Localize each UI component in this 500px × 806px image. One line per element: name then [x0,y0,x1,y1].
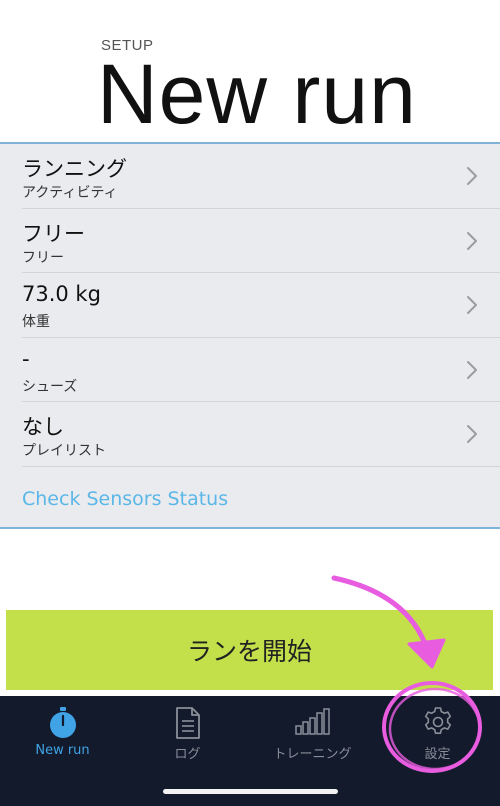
workout-type-row[interactable]: フリー フリー [22,209,500,273]
tab-label: 設定 [424,747,451,762]
tab-label: ログ [174,747,201,762]
page-header: SETUP New run [0,0,500,142]
page-title: New run [97,47,417,141]
workout-type-caption: フリー [22,249,64,266]
tab-label: New run [35,743,90,758]
home-indicator [163,789,338,794]
chevron-right-icon [466,166,478,186]
gear-icon [375,706,500,736]
playlist-row[interactable]: なし プレイリスト [22,402,500,467]
weight-value: 73.0 kg [22,282,101,306]
weight-caption: 体重 [22,314,50,330]
shoes-caption: シューズ [22,378,78,395]
run-settings-list: ランニング アクティビティ フリー フリー 73.0 kg 体重 - シューズ … [0,142,500,529]
start-run-button[interactable]: ランを開始 [6,610,493,690]
tab-new-run[interactable]: New run [0,696,125,776]
tab-log[interactable]: ログ [125,696,250,776]
shoes-value: - [22,346,30,371]
bar-chart-icon [250,706,375,736]
activity-value: ランニング [22,157,127,181]
chevron-right-icon [466,424,478,444]
playlist-caption: プレイリスト [22,443,106,459]
tab-training[interactable]: トレーニング [250,696,375,776]
chevron-right-icon [466,231,478,251]
shoes-row[interactable]: - シューズ [22,338,500,402]
weight-row[interactable]: 73.0 kg 体重 [22,273,500,338]
check-sensors-link[interactable]: Check Sensors Status [22,488,228,510]
activity-caption: アクティビティ [22,185,118,201]
document-icon [125,706,250,739]
chevron-right-icon [466,360,478,380]
tab-label: トレーニング [273,747,352,762]
chevron-right-icon [466,295,478,315]
tab-settings[interactable]: 設定 [375,696,500,776]
activity-row[interactable]: ランニング アクティビティ [22,144,500,209]
workout-type-value: フリー [22,221,85,246]
stopwatch-icon [0,706,125,738]
playlist-value: なし [22,415,64,439]
